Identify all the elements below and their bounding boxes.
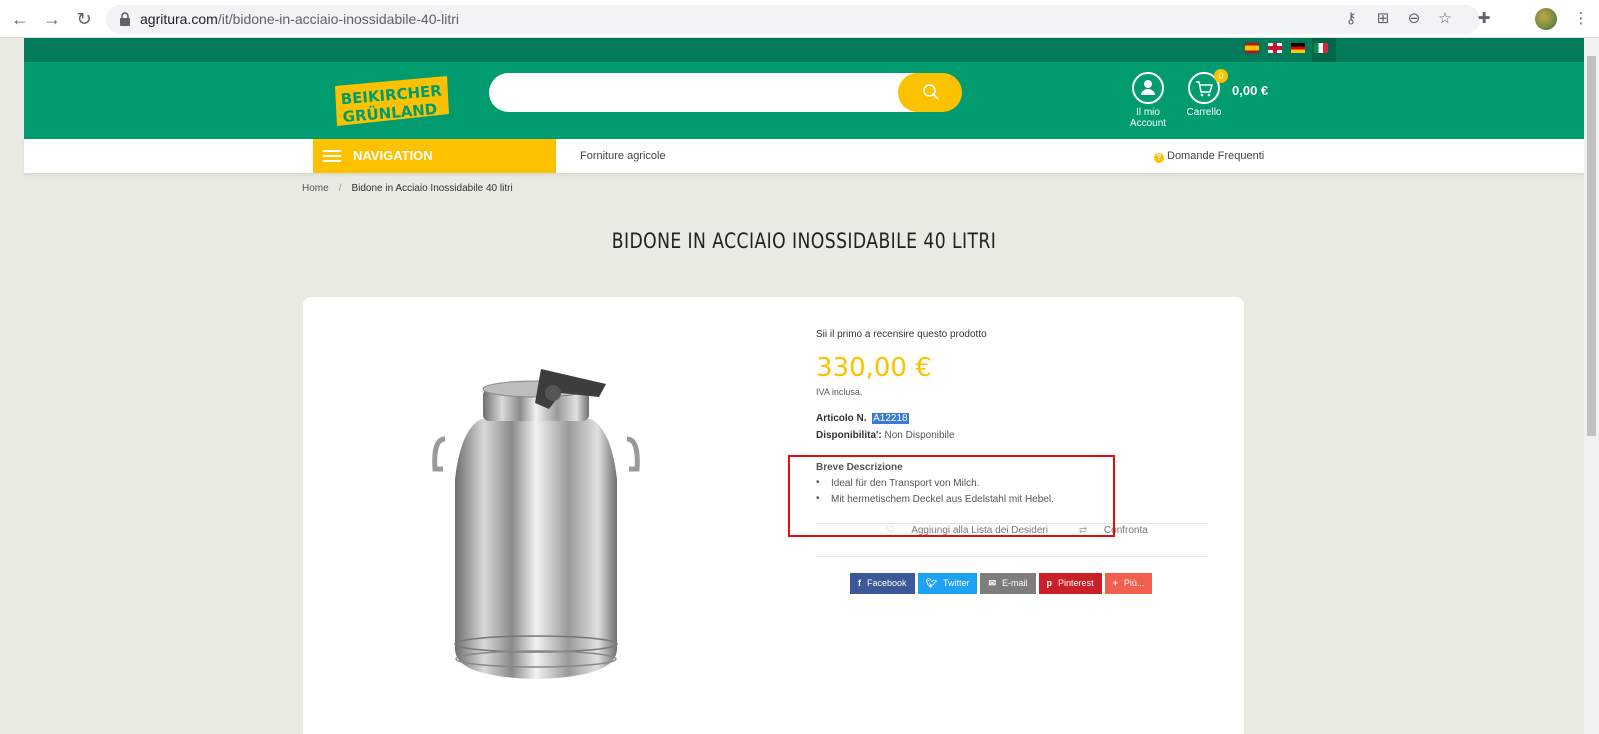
search-input[interactable] [489, 73, 955, 112]
review-link[interactable]: Sii il primo a recensire questo prodotto [816, 329, 1216, 340]
question-icon: ? [1154, 153, 1164, 163]
share-pinterest-button[interactable]: p Pinterest [1038, 573, 1102, 594]
cart-total: 0,00 € [1232, 83, 1269, 98]
flag-de-icon[interactable] [1291, 43, 1305, 53]
share-email-button[interactable]: ✉ E-mail [980, 573, 1036, 594]
plus-icon: + [1112, 578, 1118, 588]
twitter-icon: 🐦︎ [925, 578, 937, 588]
facebook-icon: f [858, 578, 861, 588]
navigation-menu-button[interactable]: NAVIGATION [313, 139, 556, 173]
menu-dots-icon[interactable]: ⋮ [1572, 10, 1590, 28]
cart-count-badge: 0 [1214, 69, 1228, 83]
product-price: 330,00 € [816, 353, 932, 383]
share-facebook-button[interactable]: f Facebook [850, 573, 915, 594]
divider [816, 556, 1208, 557]
nav-link-faq[interactable]: ? Domande Frequenti [1154, 150, 1264, 163]
breadcrumb-current: Bidone in Acciaio Inossidabile 40 litri [351, 183, 513, 194]
account-link[interactable]: Il mio Account [1118, 72, 1178, 129]
breadcrumb-separator: / [338, 183, 342, 194]
page-scrollbar[interactable] [1584, 38, 1599, 734]
share-more-button[interactable]: + Più... [1104, 573, 1153, 594]
key-icon[interactable]: ⚷ [1342, 10, 1360, 28]
share-twitter-button[interactable]: 🐦︎ Twitter [917, 573, 978, 594]
breadcrumb-home[interactable]: Home [302, 183, 329, 194]
lock-icon [120, 12, 130, 26]
scrollbar-thumb[interactable] [1587, 56, 1596, 436]
address-bar[interactable]: agritura.com/it/bidone-in-acciaio-inossi… [106, 5, 1480, 34]
sku-row: Articolo N. A12218 [816, 413, 909, 424]
main-navbar: NAVIGATION Forniture agricole ? Domande F… [24, 139, 1584, 173]
url-text: agritura.com/it/bidone-in-acciaio-inossi… [140, 11, 460, 27]
back-icon[interactable]: ← [10, 9, 30, 29]
availability-row: Disponibilita': Non Disponibile [816, 430, 955, 441]
translate-icon[interactable]: ⊞ [1374, 10, 1392, 28]
sku-label: Articolo N. [816, 413, 867, 424]
browser-toolbar: ← → ↻ agritura.com/it/bidone-in-acciaio-… [0, 0, 1599, 38]
availability-label: Disponibilita': [816, 430, 882, 441]
vat-note: IVA inclusa. [816, 387, 863, 397]
zoom-icon[interactable]: ⊖ [1405, 10, 1423, 28]
search-icon [923, 84, 939, 100]
user-icon [1141, 80, 1155, 95]
availability-value: Non Disponibile [884, 430, 955, 441]
page-title: BIDONE IN ACCIAIO INOSSIDABILE 40 LITRI [611, 229, 997, 253]
flag-en-icon[interactable] [1268, 43, 1282, 53]
reload-icon[interactable]: ↻ [74, 9, 94, 29]
site-logo[interactable]: BEIKIRCHER GRÜNLAND [331, 72, 451, 130]
product-image[interactable] [431, 359, 641, 689]
sku-value: A12218 [872, 413, 909, 424]
flag-it-icon[interactable] [1314, 43, 1328, 53]
share-buttons: f Facebook 🐦︎ Twitter ✉ E-mail p Pinterest +… [850, 573, 1153, 594]
search-button[interactable] [898, 73, 962, 112]
extensions-icon[interactable]: ✚ [1475, 10, 1493, 28]
nav-link-supplies[interactable]: Forniture agricole [580, 150, 666, 162]
site-header: BEIKIRCHER GRÜNLAND Il mio Account Carre… [24, 62, 1584, 139]
pinterest-icon: p [1046, 578, 1053, 588]
forward-icon[interactable]: → [42, 9, 62, 29]
profile-avatar[interactable] [1535, 8, 1557, 30]
envelope-icon: ✉ [988, 578, 997, 588]
annotation-box [788, 455, 1115, 537]
breadcrumb: Home / Bidone in Acciaio Inossidabile 40 l… [302, 183, 513, 194]
flag-es-icon[interactable] [1245, 43, 1259, 53]
language-bar [24, 38, 1584, 62]
product-info: Sii il primo a recensire questo prodotto… [816, 329, 1216, 594]
bookmark-star-icon[interactable]: ☆ [1436, 10, 1454, 28]
hamburger-icon [323, 150, 341, 162]
